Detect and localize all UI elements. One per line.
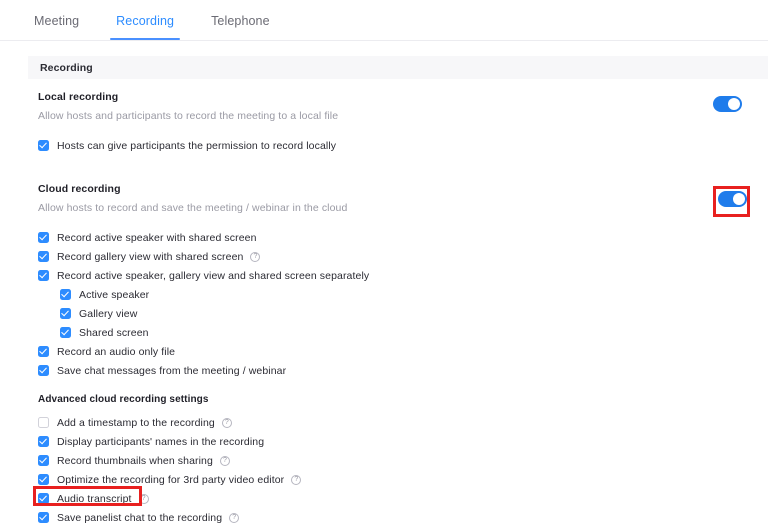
checkbox-unchecked-icon[interactable] — [38, 417, 49, 428]
local-recording-title: Local recording — [38, 91, 119, 103]
checkbox-label: Active speaker — [79, 288, 150, 301]
checkbox-row[interactable]: Shared screen — [38, 323, 758, 342]
checkbox-label: Record an audio only file — [57, 345, 176, 358]
checkbox-label: Gallery view — [79, 307, 138, 320]
checkbox-checked-icon[interactable] — [38, 346, 49, 357]
checkbox-checked-icon[interactable] — [60, 289, 71, 300]
checkbox-checked-icon[interactable] — [38, 455, 49, 466]
checkbox-label: Save chat messages from the meeting / we… — [57, 364, 287, 377]
advanced-recording-options: Add a timestamp to the recording? Display… — [33, 413, 758, 527]
checkbox-label: Audio transcript — [57, 492, 132, 505]
tab-label: Telephone — [211, 14, 270, 28]
checkbox-checked-icon[interactable] — [38, 232, 49, 243]
checkbox-row[interactable]: Record gallery view with shared screen? — [38, 247, 758, 266]
settings-page: Meeting Recording Telephone Recording Loca… — [0, 0, 768, 531]
checkbox-label: Optimize the recording for 3rd party vid… — [57, 473, 285, 486]
checkbox-checked-icon[interactable] — [38, 493, 49, 504]
checkbox-checked-icon[interactable] — [38, 474, 49, 485]
help-icon[interactable]: ? — [219, 455, 230, 466]
checkbox-label: Display participants' names in the recor… — [57, 435, 265, 448]
checkbox-row[interactable]: Optimize the recording for 3rd party vid… — [38, 470, 758, 489]
checkbox-checked-icon[interactable] — [60, 327, 71, 338]
tab-label: Meeting — [34, 14, 80, 28]
checkbox-row[interactable]: Hosts can give participants the permissi… — [38, 136, 758, 155]
cloud-recording-description: Allow hosts to record and save the meeti… — [38, 202, 348, 214]
checkbox-checked-icon[interactable] — [38, 512, 49, 523]
local-recording-toggle[interactable] — [713, 96, 742, 112]
toggle-knob-icon — [733, 193, 745, 205]
checkbox-label: Hosts can give participants the permissi… — [57, 139, 337, 152]
checkbox-checked-icon[interactable] — [38, 251, 49, 262]
help-icon[interactable]: ? — [138, 493, 149, 504]
checkbox-row[interactable]: Add a timestamp to the recording? — [38, 413, 758, 432]
local-recording-options: Hosts can give participants the permissi… — [38, 136, 758, 155]
checkbox-row[interactable]: Record active speaker, gallery view and … — [38, 266, 758, 285]
tab-meeting[interactable]: Meeting — [28, 14, 85, 40]
checkbox-row[interactable]: Audio transcript? — [33, 486, 758, 508]
checkbox-checked-icon[interactable] — [60, 308, 71, 319]
help-icon[interactable]: ? — [221, 417, 232, 428]
checkbox-row[interactable]: Save chat messages from the meeting / we… — [38, 361, 758, 380]
tab-label: Recording — [116, 14, 175, 28]
toggle-knob-icon — [728, 98, 740, 110]
cloud-recording-options: Record active speaker with shared screen… — [38, 228, 758, 380]
checkbox-row[interactable]: Active speaker — [38, 285, 758, 304]
checkbox-row[interactable]: Gallery view — [38, 304, 758, 323]
checkbox-checked-icon[interactable] — [38, 365, 49, 376]
cloud-recording-title: Cloud recording — [38, 183, 121, 195]
checkbox-row[interactable]: Record active speaker with shared screen — [38, 228, 758, 247]
checkbox-row[interactable]: Record thumbnails when sharing? — [38, 451, 758, 470]
tab-recording[interactable]: Recording — [110, 14, 180, 40]
checkbox-label: Record thumbnails when sharing — [57, 454, 213, 467]
checkbox-label: Record gallery view with shared screen — [57, 250, 244, 263]
cloud-recording-toggle[interactable] — [718, 191, 747, 207]
checkbox-row[interactable]: Record an audio only file — [38, 342, 758, 361]
local-recording-description: Allow hosts and participants to record t… — [38, 110, 339, 122]
settings-tabbar: Meeting Recording Telephone — [0, 0, 768, 41]
checkbox-checked-icon[interactable] — [38, 270, 49, 281]
help-icon[interactable]: ? — [250, 251, 261, 262]
checkbox-label: Record active speaker, gallery view and … — [57, 269, 370, 282]
help-icon[interactable]: ? — [229, 512, 240, 523]
checkbox-checked-icon[interactable] — [38, 436, 49, 447]
checkbox-label: Save panelist chat to the recording — [57, 511, 223, 524]
section-title: Recording — [40, 61, 93, 74]
settings-content: Local recording Allow hosts and particip… — [33, 90, 758, 527]
checkbox-checked-icon[interactable] — [38, 140, 49, 151]
checkbox-label: Record active speaker with shared screen — [57, 231, 257, 244]
checkbox-row[interactable]: Display participants' names in the recor… — [38, 432, 758, 451]
section-header-bar: Recording — [28, 56, 768, 79]
setting-group-cloud-recording: Cloud recording Allow hosts to record an… — [33, 182, 758, 527]
checkbox-label: Shared screen — [79, 326, 149, 339]
checkbox-row[interactable]: Save panelist chat to the recording? — [38, 508, 758, 527]
advanced-settings-title: Advanced cloud recording settings — [38, 394, 209, 405]
checkbox-label: Add a timestamp to the recording — [57, 416, 215, 429]
help-icon[interactable]: ? — [291, 474, 302, 485]
setting-group-local-recording: Local recording Allow hosts and particip… — [38, 90, 758, 155]
tab-telephone[interactable]: Telephone — [205, 14, 276, 40]
